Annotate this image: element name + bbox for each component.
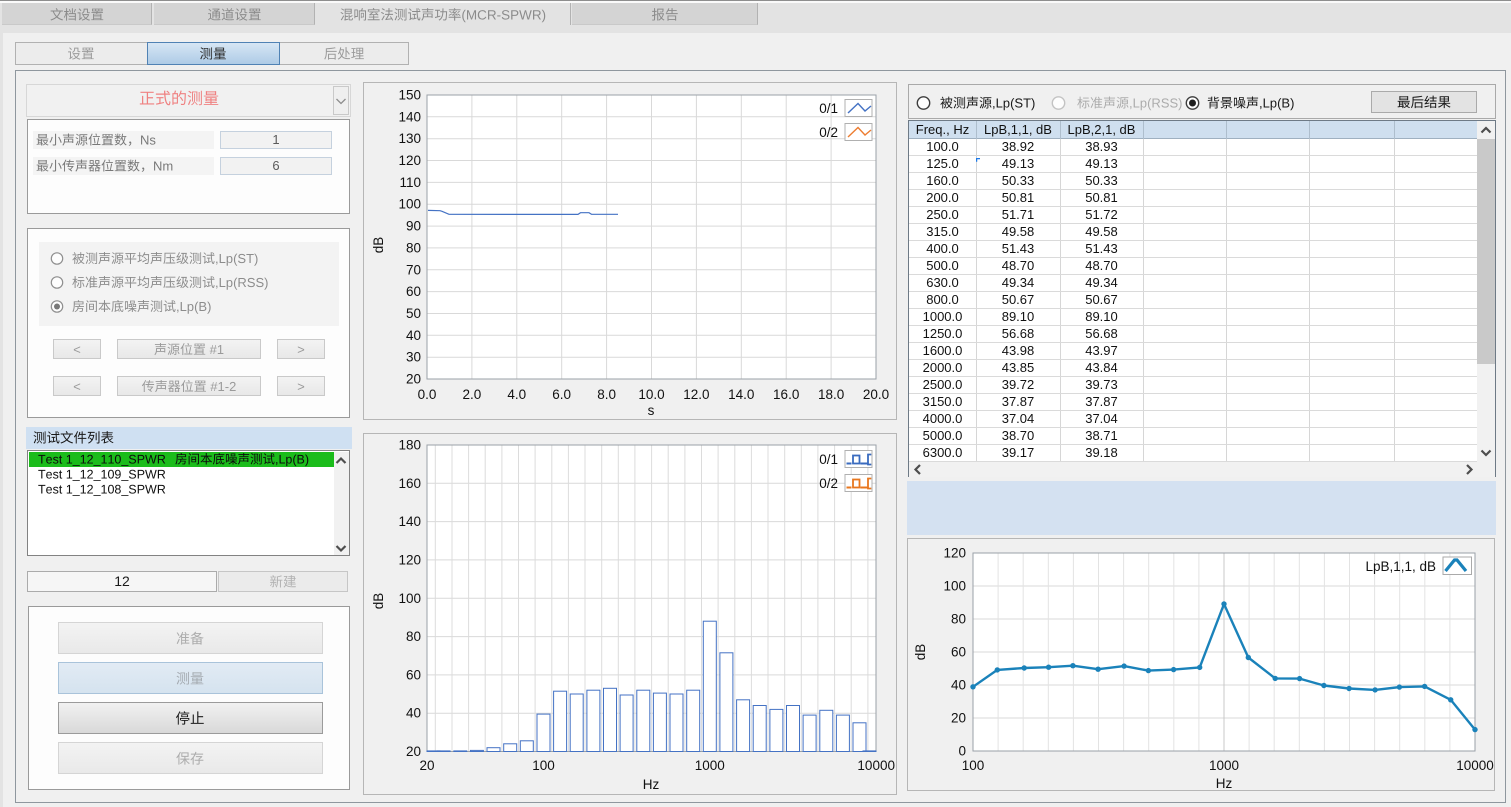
svg-text:80: 80 bbox=[951, 612, 966, 627]
svg-text:Hz: Hz bbox=[643, 777, 660, 792]
svg-text:20: 20 bbox=[406, 372, 421, 387]
svg-text:50: 50 bbox=[406, 306, 421, 321]
svg-text:100: 100 bbox=[943, 579, 966, 594]
svg-text:80: 80 bbox=[406, 629, 421, 644]
svg-text:60: 60 bbox=[406, 667, 421, 682]
svg-text:20: 20 bbox=[419, 758, 434, 773]
svg-text:100: 100 bbox=[532, 758, 555, 773]
svg-text:18.0: 18.0 bbox=[818, 387, 844, 402]
svg-text:s: s bbox=[648, 403, 655, 418]
svg-text:140: 140 bbox=[398, 514, 421, 529]
svg-text:70: 70 bbox=[406, 262, 421, 277]
svg-text:8.0: 8.0 bbox=[597, 387, 616, 402]
svg-text:0/1: 0/1 bbox=[819, 452, 838, 467]
svg-text:1000: 1000 bbox=[1209, 758, 1239, 773]
svg-text:20: 20 bbox=[951, 711, 966, 726]
svg-text:0.0: 0.0 bbox=[418, 387, 437, 402]
svg-text:10000: 10000 bbox=[1456, 758, 1494, 773]
svg-text:90: 90 bbox=[406, 219, 421, 234]
svg-text:100: 100 bbox=[398, 197, 421, 212]
svg-text:100: 100 bbox=[398, 591, 421, 606]
svg-text:60: 60 bbox=[951, 645, 966, 660]
svg-text:30: 30 bbox=[406, 350, 421, 365]
svg-text:180: 180 bbox=[398, 438, 421, 453]
svg-text:160: 160 bbox=[398, 476, 421, 491]
svg-text:0: 0 bbox=[958, 744, 966, 759]
svg-text:LpB,1,1, dB: LpB,1,1, dB bbox=[1365, 559, 1436, 574]
svg-text:dB: dB bbox=[371, 593, 386, 610]
svg-text:120: 120 bbox=[398, 552, 421, 567]
svg-text:40: 40 bbox=[951, 678, 966, 693]
svg-text:6.0: 6.0 bbox=[552, 387, 571, 402]
svg-text:20.0: 20.0 bbox=[863, 387, 889, 402]
svg-text:4.0: 4.0 bbox=[507, 387, 526, 402]
svg-text:60: 60 bbox=[406, 284, 421, 299]
svg-text:120: 120 bbox=[398, 153, 421, 168]
svg-text:Hz: Hz bbox=[1216, 776, 1233, 791]
svg-text:110: 110 bbox=[399, 175, 421, 190]
svg-text:120: 120 bbox=[943, 546, 966, 561]
svg-text:80: 80 bbox=[406, 240, 421, 255]
svg-text:16.0: 16.0 bbox=[773, 387, 799, 402]
svg-text:dB: dB bbox=[371, 237, 386, 254]
svg-text:2.0: 2.0 bbox=[463, 387, 482, 402]
svg-text:14.0: 14.0 bbox=[728, 387, 754, 402]
svg-text:40: 40 bbox=[406, 706, 421, 721]
svg-text:10000: 10000 bbox=[857, 758, 895, 773]
svg-text:130: 130 bbox=[398, 131, 421, 146]
svg-text:1000: 1000 bbox=[695, 758, 725, 773]
svg-text:dB: dB bbox=[913, 644, 928, 661]
svg-text:12.0: 12.0 bbox=[683, 387, 709, 402]
svg-text:20: 20 bbox=[406, 744, 421, 759]
svg-text:100: 100 bbox=[962, 758, 985, 773]
svg-text:10.0: 10.0 bbox=[638, 387, 664, 402]
svg-text:0/2: 0/2 bbox=[819, 476, 838, 491]
svg-text:40: 40 bbox=[406, 328, 421, 343]
